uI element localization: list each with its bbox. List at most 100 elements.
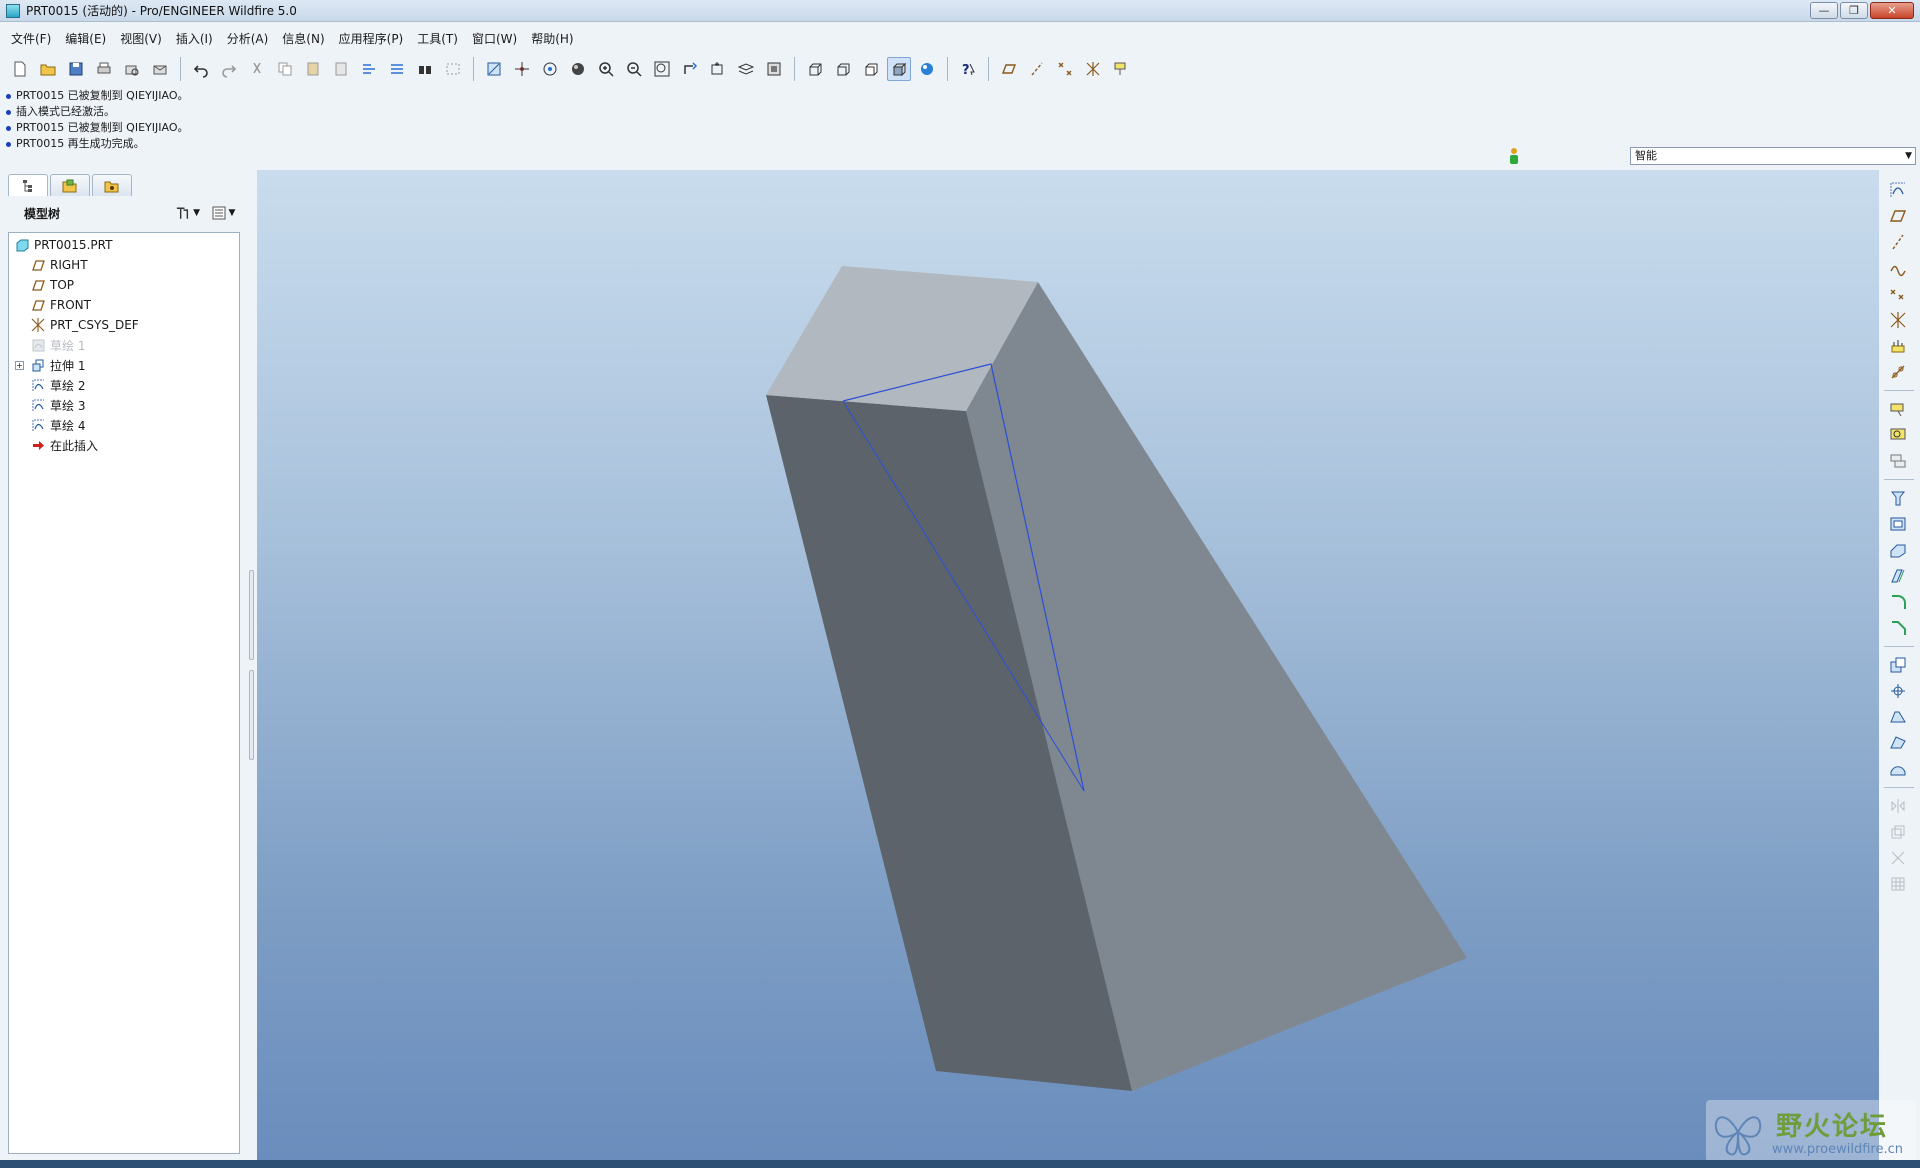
splitter-grip-bottom[interactable] [249,670,254,760]
settings-dropdown-button[interactable]: ▼ [174,203,200,223]
show-dropdown-button[interactable]: ▼ [210,203,236,223]
boundary-blend-icon[interactable] [1886,757,1910,781]
tree-item-sketch-2[interactable]: 草绘 2 [9,375,239,395]
status-light-icon[interactable] [1508,147,1520,165]
merge-tool-icon[interactable] [1886,820,1910,844]
spin-center-icon[interactable] [510,57,534,81]
revolve-tool-icon[interactable] [1886,512,1910,536]
regen-manager-icon[interactable] [385,57,409,81]
menu-window[interactable]: 窗口(W) [465,28,524,50]
trim-tool-icon[interactable] [1886,846,1910,870]
maximize-button[interactable]: ❐ [1840,2,1868,19]
rib-tool-icon[interactable] [1886,705,1910,729]
menu-insert[interactable]: 插入(I) [169,28,220,50]
shading-icon[interactable] [887,57,911,81]
blend-tool-icon[interactable] [1886,564,1910,588]
new-file-icon[interactable] [8,57,32,81]
datum-point-display-icon[interactable] [1053,57,1077,81]
graphics-window[interactable] [257,170,1879,1160]
datum-axis-tool-icon[interactable] [1886,230,1910,254]
realtime-render-icon[interactable] [915,57,939,81]
datum-curve-tool-icon[interactable] [1886,256,1910,280]
minimize-button[interactable]: — [1810,2,1838,19]
note-tool-icon[interactable] [1886,397,1910,421]
print-preview-icon[interactable] [120,57,144,81]
shell-tool-icon[interactable] [1886,679,1910,703]
appearance-icon[interactable] [566,57,590,81]
menu-tools[interactable]: 工具(T) [410,28,465,50]
menu-view[interactable]: 视图(V) [113,28,169,50]
menu-applications[interactable]: 应用程序(P) [332,28,411,50]
tab-folder-browser[interactable] [50,174,90,196]
wireframe-icon[interactable] [803,57,827,81]
menu-help[interactable]: 帮助(H) [524,28,580,50]
selection-filter-select[interactable]: 智能 ▼ [1630,147,1916,165]
hidden-line-icon[interactable] [831,57,855,81]
zoom-in-icon[interactable] [594,57,618,81]
menu-info[interactable]: 信息(N) [275,28,331,50]
sketch-tool-icon[interactable] [1886,178,1910,202]
chamfer-tool-icon[interactable] [1886,616,1910,640]
open-folder-icon[interactable] [36,57,60,81]
insert-inheritance-icon[interactable] [1886,360,1910,384]
tree-item-sketch-3[interactable]: 草绘 3 [9,395,239,415]
model-3d-view[interactable] [257,170,1879,1160]
close-button[interactable]: ✕ [1870,2,1914,19]
zoom-out-icon[interactable] [622,57,646,81]
print-icon[interactable] [92,57,116,81]
pattern-tool-icon[interactable] [1886,872,1910,896]
csys-display-icon[interactable] [1081,57,1105,81]
annotation-feature-icon[interactable] [1886,449,1910,473]
csys-tool-icon[interactable] [1886,308,1910,332]
splitter-grip-top[interactable] [249,570,254,660]
menu-analysis[interactable]: 分析(A) [220,28,276,50]
reorient-icon[interactable] [678,57,702,81]
no-hidden-icon[interactable] [859,57,883,81]
panel-splitter[interactable] [248,170,256,1162]
tree-item-extrude-1[interactable]: + 拉伸 1 [9,355,239,375]
analysis-feature-icon[interactable] [1886,334,1910,358]
annotation-display-icon[interactable] [1109,57,1133,81]
tree-item-sketch-4[interactable]: 草绘 4 [9,415,239,435]
tree-item-top[interactable]: TOP [9,275,239,295]
tree-item-sketch-1[interactable]: 草绘 1 [9,335,239,355]
tab-model-tree[interactable] [8,174,48,196]
repaint-icon[interactable] [482,57,506,81]
extrude-tool-icon[interactable] [1886,486,1910,510]
redo-icon[interactable] [217,57,241,81]
send-mail-icon[interactable] [148,57,172,81]
geometric-tolerance-icon[interactable] [1886,423,1910,447]
regenerate-icon[interactable] [357,57,381,81]
tab-favorites[interactable] [92,174,132,196]
menu-file[interactable]: 文件(F) [4,28,58,50]
tree-item-right[interactable]: RIGHT [9,255,239,275]
save-icon[interactable] [64,57,88,81]
round-tool-icon[interactable] [1886,590,1910,614]
paste-icon[interactable] [301,57,325,81]
undo-icon[interactable] [189,57,213,81]
tree-item-part[interactable]: PRT0015.PRT [9,235,239,255]
datum-axis-display-icon[interactable] [1025,57,1049,81]
datum-point-tool-icon[interactable] [1886,282,1910,306]
sweep-tool-icon[interactable] [1886,538,1910,562]
saved-views-icon[interactable] [706,57,730,81]
datum-plane-display-icon[interactable] [997,57,1021,81]
tree-item-insert-here[interactable]: 在此插入 [9,435,239,455]
cut-icon[interactable] [245,57,269,81]
orient-mode-icon[interactable] [538,57,562,81]
draft-tool-icon[interactable] [1886,731,1910,755]
tree-item-csys[interactable]: PRT_CSYS_DEF [9,315,239,335]
datum-plane-tool-icon[interactable] [1886,204,1910,228]
tree-item-front[interactable]: FRONT [9,295,239,315]
copy-icon[interactable] [273,57,297,81]
layers-icon[interactable] [734,57,758,81]
context-help-icon[interactable]: ? [956,57,980,81]
refit-icon[interactable] [650,57,674,81]
hole-tool-icon[interactable] [1886,653,1910,677]
find-icon[interactable] [413,57,437,81]
expand-icon[interactable]: + [15,360,24,370]
select-box-icon[interactable] [441,57,465,81]
mirror-tool-icon[interactable] [1886,794,1910,818]
view-manager-icon[interactable] [762,57,786,81]
paste-special-icon[interactable] [329,57,353,81]
